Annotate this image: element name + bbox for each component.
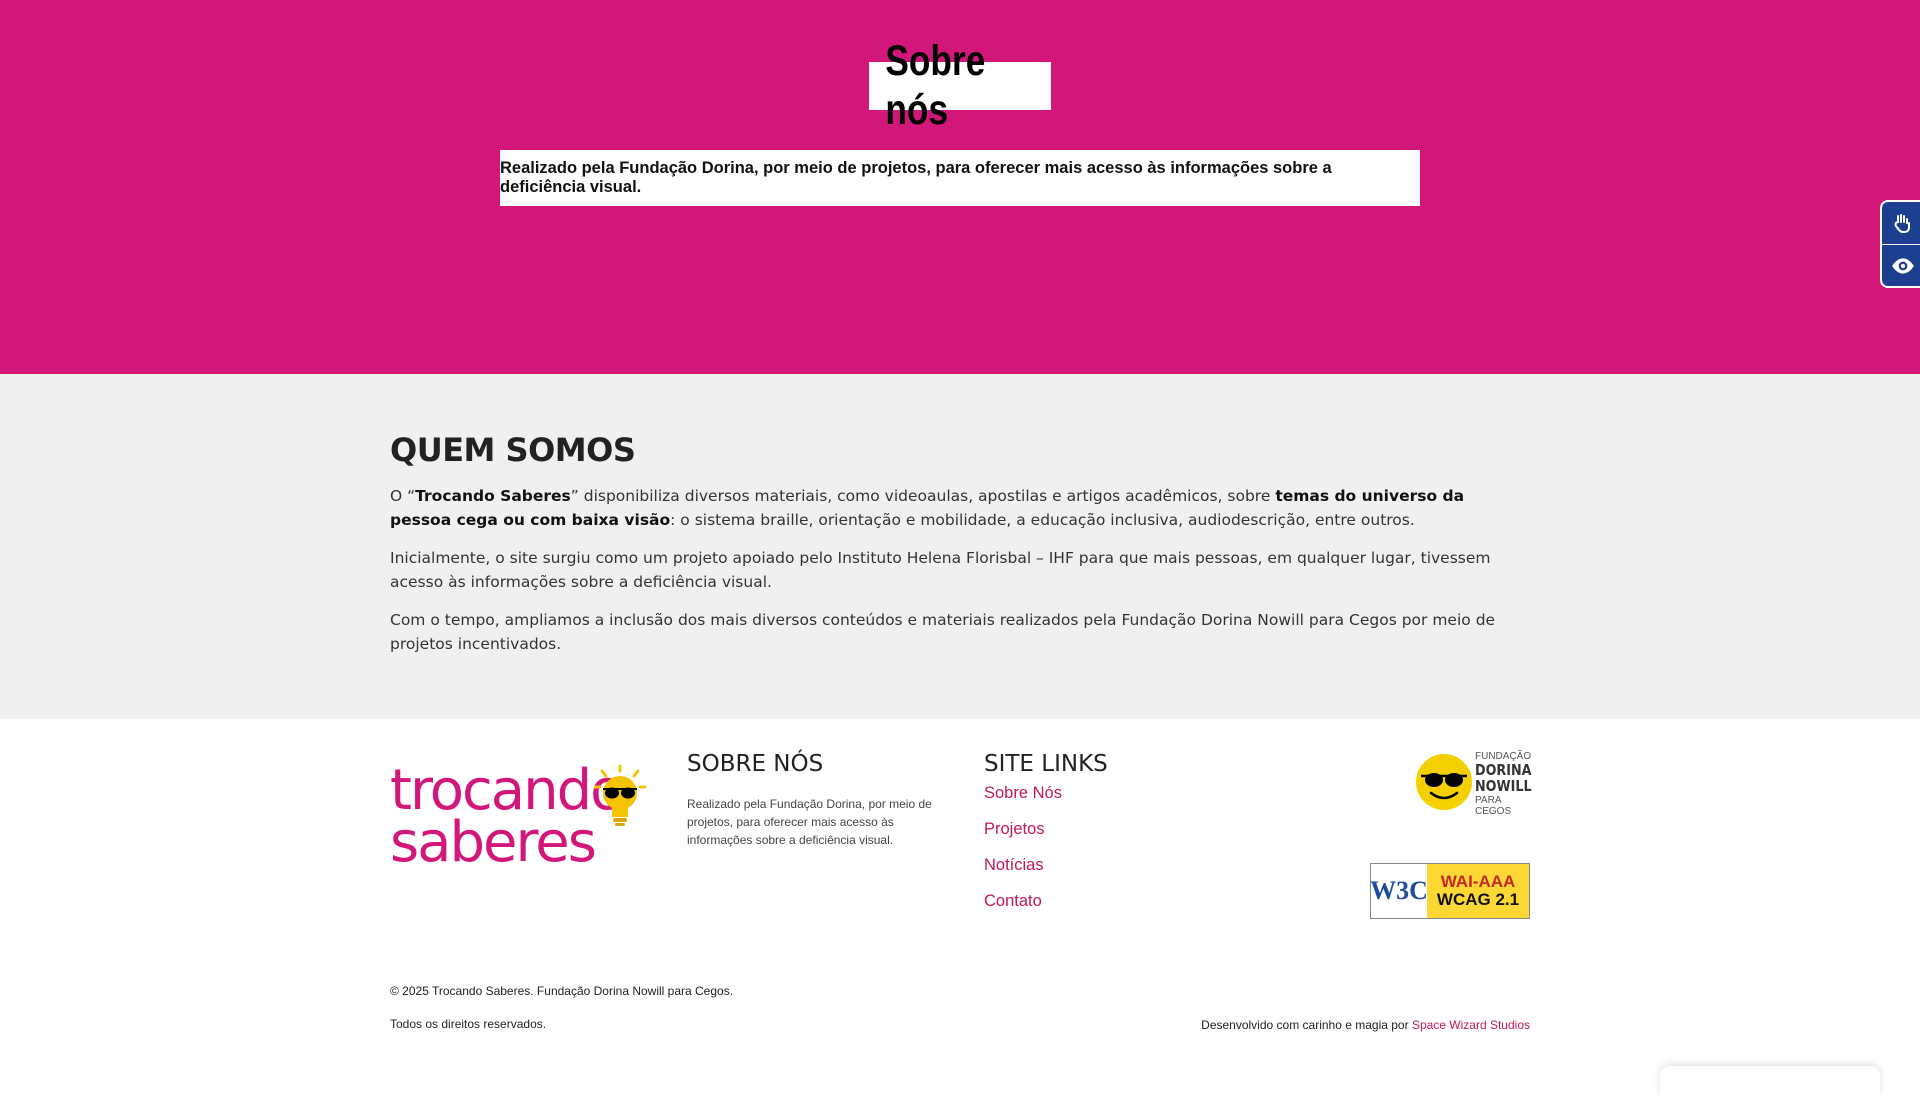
footer-about-title: SOBRE NÓS [687,751,824,777]
link-contato[interactable]: Contato [984,892,1042,910]
list-item: Contato [984,891,1062,911]
nowill-label: NOWILL [1475,777,1532,795]
logo-text-line2: saberes [390,810,597,875]
site-footer: trocando saberes SOBRE NÓS Realizado pel… [0,719,1920,1080]
about-paragraph-1: O “Trocando Saberes” disponibiliza diver… [390,484,1530,532]
about-heading: QUEM SOMOS [390,431,636,469]
list-item: Sobre Nós [984,783,1062,803]
link-noticias[interactable]: Notícias [984,856,1044,874]
list-item: Notícias [984,855,1062,875]
about-body: O “Trocando Saberes” disponibiliza diver… [390,484,1530,670]
link-projetos[interactable]: Projetos [984,820,1045,838]
footer-about-text: Realizado pela Fundação Dorina, por meio… [687,797,932,847]
dorina-label: DORINA [1475,761,1532,779]
text-fragment: : o sistema braille, orientação e mobili… [670,511,1415,529]
text-fragment: ” disponibiliza diversos materiais, como… [570,487,1276,505]
copyright-text: © 2025 Trocando Saberes. Fundação Dorina… [390,984,734,998]
page-title: Sobre nós [885,37,986,134]
about-section: QUEM SOMOS O “Trocando Saberes” disponib… [0,374,1920,719]
wcag-version-label: WCAG 2.1 [1436,890,1520,909]
space-wizard-link[interactable]: Space Wizard Studios [1412,1018,1530,1032]
sign-language-icon [1894,214,1910,233]
trocando-saberes-logo[interactable]: trocando saberes [390,761,650,875]
rights-text: Todos os direitos reservados. [390,1017,547,1031]
fundacao-dorina-logo[interactable]: FUNDAÇÃO DORINA NOWILL PARA CEGOS [1415,751,1532,817]
eye-icon [1892,258,1914,274]
link-sobre-nos[interactable]: Sobre Nós [984,784,1062,802]
sign-language-button[interactable] [1882,202,1920,244]
text-fragment: O “ [390,487,416,505]
developer-credit: Desenvolvido com carinho e magia por Spa… [1201,1018,1530,1032]
cookie-banner-edge[interactable] [1660,1066,1880,1096]
accessibility-toolbar [1880,200,1920,288]
about-paragraph-2: Inicialmente, o site surgiu como um proj… [390,549,1491,591]
hero-banner: Sobre nós Realizado pela Fundação Dorina… [0,0,1920,374]
page-subtitle: Realizado pela Fundação Dorina, por meio… [500,150,1420,206]
credit-text: Desenvolvido com carinho e magia por [1201,1018,1412,1032]
footer-links-title: SITE LINKS [984,751,1108,777]
brand-name: Trocando Saberes [415,487,571,505]
smiley-sunglasses-icon [1416,754,1472,810]
conformance-level: WAI-AAA WCAG 2.1 [1427,864,1529,918]
visual-contrast-button[interactable] [1882,245,1920,287]
w3c-logo: W3C [1370,876,1428,905]
wcag-aaa-badge[interactable]: W3C WAI-AAA WCAG 2.1 [1370,863,1530,919]
para-cegos-label: PARA CEGOS [1475,795,1512,817]
footer-links-list: Sobre Nós Projetos Notícias Contato [984,783,1062,927]
lightbulb-sunglasses-icon [594,765,646,826]
wai-aaa-label: WAI-AAA [1440,872,1516,891]
page-title-box: Sobre nós [869,37,1051,134]
about-paragraph-3: Com o tempo, ampliamos a inclusão dos ma… [390,611,1496,653]
list-item: Projetos [984,819,1062,839]
